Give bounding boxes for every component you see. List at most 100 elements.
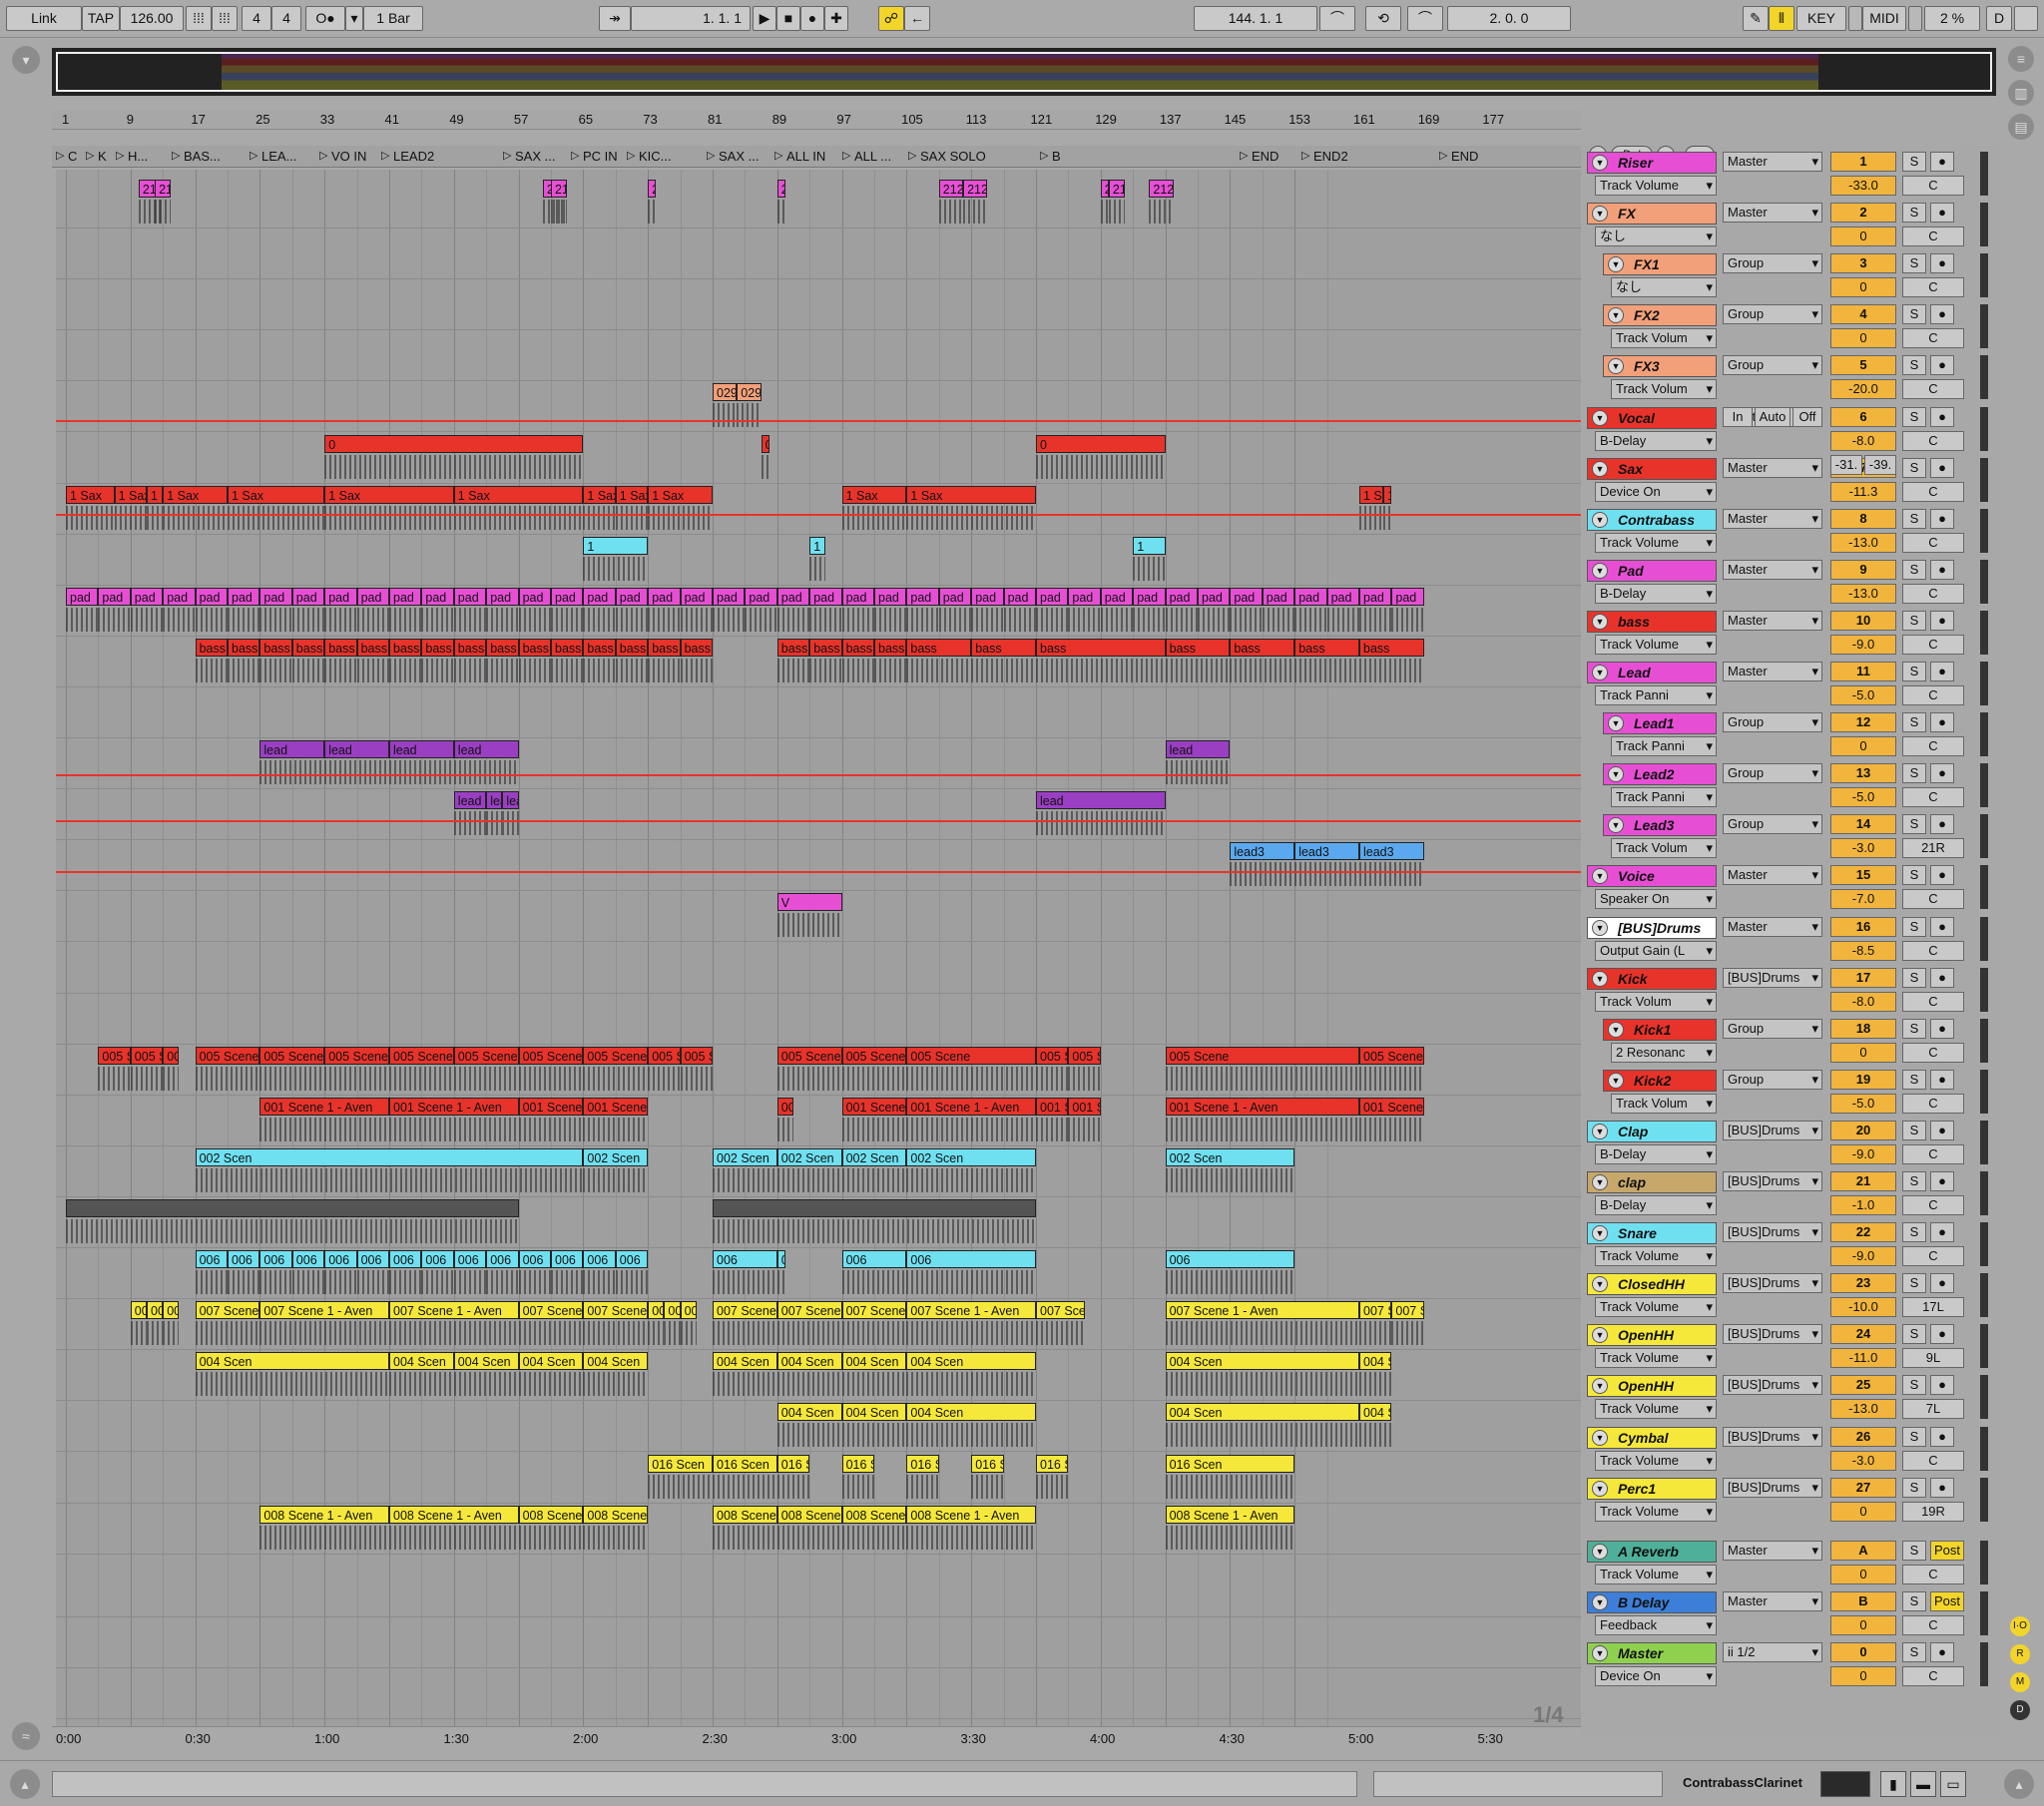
- arrangement-clip[interactable]: 005 Scene: [906, 1046, 1036, 1065]
- track-volume-field[interactable]: 0: [1830, 736, 1896, 757]
- arrangement-clip[interactable]: 002 Scen: [713, 1147, 777, 1166]
- track-fold-icon[interactable]: ▼: [1592, 1174, 1608, 1190]
- arrangement-clip[interactable]: 008 Scene 1 - Aven: [906, 1505, 1036, 1524]
- arrangement-clip[interactable]: 016 Scen: [713, 1454, 777, 1473]
- track-title-bar[interactable]: ▼ Pad: [1587, 559, 1717, 582]
- solo-button[interactable]: S: [1902, 1641, 1926, 1662]
- arrangement-clip[interactable]: 007 Scene 1 - Aven: [1359, 1301, 1392, 1320]
- arrangement-clip[interactable]: bass: [551, 638, 584, 657]
- arrangement-clip[interactable]: [713, 1199, 1036, 1217]
- solo-button[interactable]: S: [1902, 1018, 1926, 1039]
- track-pan-field[interactable]: C: [1902, 1450, 1964, 1471]
- arrangement-overview[interactable]: [52, 48, 1996, 96]
- arrangement-clip[interactable]: 016 Scen: [1036, 1454, 1069, 1473]
- detail-toggle-icon[interactable]: ▴: [2004, 1769, 2034, 1799]
- arrangement-clip[interactable]: bass: [356, 638, 389, 657]
- arrangement-clip[interactable]: 1: [1133, 536, 1166, 555]
- track-output-select[interactable]: Group: [1723, 253, 1822, 274]
- arrangement-clip[interactable]: 0: [324, 434, 584, 453]
- arrangement-clip[interactable]: 1 Sax: [453, 485, 584, 504]
- track-output-select[interactable]: Master: [1723, 1590, 1822, 1611]
- track-fold-icon[interactable]: ▼: [1592, 613, 1608, 630]
- arrangement-clip[interactable]: 005 Scene: [1068, 1046, 1101, 1065]
- solo-button[interactable]: S: [1902, 559, 1926, 580]
- track-volume-field[interactable]: -13.0: [1830, 583, 1896, 604]
- locator-marker[interactable]: ▷ H...: [116, 149, 148, 164]
- track-lane[interactable]: [56, 1617, 1581, 1668]
- track-device-select[interactable]: Device On: [1595, 481, 1717, 502]
- arrangement-clip[interactable]: 006: [1165, 1250, 1295, 1269]
- track-fold-icon[interactable]: ▼: [1592, 460, 1608, 477]
- solo-button[interactable]: S: [1902, 406, 1926, 427]
- automation-line[interactable]: [56, 773, 1581, 776]
- track-number[interactable]: 0: [1830, 1641, 1896, 1662]
- arrangement-clip[interactable]: 212_: [1100, 180, 1109, 198]
- solo-button[interactable]: S: [1902, 662, 1926, 681]
- loop-length-field[interactable]: 2. 0. 0: [1447, 6, 1571, 31]
- arrangement-clip[interactable]: 006: [615, 1250, 649, 1269]
- song-position-field[interactable]: 1. 1. 1: [631, 6, 751, 31]
- returns-toggle-icon[interactable]: R: [2010, 1644, 2030, 1664]
- arrangement-clip[interactable]: 007 Scene 1 - Aven: [776, 1301, 842, 1320]
- arm-button[interactable]: ●: [1930, 1120, 1954, 1140]
- arrangement-clip[interactable]: lead: [453, 740, 519, 759]
- track-pan-field[interactable]: C: [1902, 787, 1964, 808]
- track-lane[interactable]: [56, 330, 1581, 382]
- arrangement-clip[interactable]: 005 Scene: [195, 1046, 260, 1065]
- track-lane[interactable]: [56, 381, 1581, 433]
- arrangement-clip[interactable]: bass: [486, 638, 519, 657]
- track-number[interactable]: 26: [1830, 1426, 1896, 1447]
- track-output-select[interactable]: [BUS]Drums: [1723, 1324, 1822, 1345]
- arrangement-clip[interactable]: bass: [1230, 638, 1295, 657]
- track-title-bar[interactable]: ▼ bass: [1587, 610, 1717, 633]
- track-device-select[interactable]: Track Panni: [1611, 736, 1717, 757]
- track-output-select[interactable]: Master: [1723, 559, 1822, 580]
- arrangement-clip[interactable]: 1 Sax: [66, 485, 115, 504]
- track-pan-field[interactable]: C: [1902, 481, 1964, 502]
- arrangement-clip[interactable]: 029: [737, 383, 762, 402]
- track-lane[interactable]: [56, 994, 1581, 1045]
- track-fold-icon[interactable]: ▼: [1608, 358, 1624, 375]
- signature-numerator[interactable]: 4: [242, 6, 271, 31]
- track-title-bar[interactable]: ▼ B Delay: [1587, 1590, 1717, 1613]
- arrangement-clip[interactable]: 016 Scen: [1165, 1454, 1295, 1473]
- arrangement-clip[interactable]: 016 Scen: [841, 1454, 874, 1473]
- arrangement-clip[interactable]: bass: [453, 638, 487, 657]
- track-device-select[interactable]: Track Volume: [1595, 176, 1717, 196]
- track-title-bar[interactable]: ▼ A Reverb: [1587, 1540, 1717, 1563]
- arrangement-clip[interactable]: 004 Scen: [453, 1352, 519, 1371]
- locator-marker[interactable]: ▷ LEA...: [250, 149, 296, 164]
- arrangement-clip[interactable]: 1 Sax: [906, 485, 1036, 504]
- solo-button[interactable]: S: [1902, 1590, 1926, 1611]
- track-fold-icon[interactable]: ▼: [1592, 155, 1608, 171]
- arrangement-clip[interactable]: lead: [324, 740, 389, 759]
- arrangement-clip[interactable]: [66, 1199, 519, 1217]
- track-number[interactable]: 14: [1830, 814, 1896, 835]
- arrangement-clip[interactable]: 001 Scene 1 - Aven: [389, 1097, 519, 1116]
- track-volume-field[interactable]: -8.5: [1830, 940, 1896, 961]
- track-volume-field[interactable]: 0: [1830, 226, 1896, 247]
- track-device-select[interactable]: Track Volum: [1611, 328, 1717, 349]
- arrangement-clip[interactable]: 007 Scene 1 - Aven: [1165, 1301, 1359, 1320]
- arrangement-clip[interactable]: 005 Scene: [163, 1046, 180, 1065]
- arrangement-clip[interactable]: lead: [502, 791, 519, 810]
- arrangement-clip[interactable]: bass: [971, 638, 1036, 657]
- arrangement-clip[interactable]: 006: [195, 1250, 228, 1269]
- arrangement-clip[interactable]: pad: [809, 587, 842, 606]
- arrangement-clip[interactable]: pad: [486, 587, 519, 606]
- arrangement-clip[interactable]: 016 Scen: [776, 1454, 810, 1473]
- overview-toggle-icon[interactable]: ≡: [2008, 46, 2034, 72]
- track-output-select[interactable]: Master: [1723, 457, 1822, 478]
- follow-icon[interactable]: ↠: [599, 6, 631, 31]
- track-volume-field[interactable]: -11.0: [1830, 1348, 1896, 1369]
- track-volume-field[interactable]: -20.0: [1830, 379, 1896, 400]
- solo-button[interactable]: S: [1902, 1375, 1926, 1396]
- automation-line[interactable]: [56, 870, 1581, 873]
- track-output-select[interactable]: Group: [1723, 712, 1822, 733]
- track-number[interactable]: 2: [1830, 203, 1896, 224]
- arm-button[interactable]: ●: [1930, 253, 1954, 274]
- track-fold-icon[interactable]: ▼: [1592, 665, 1608, 680]
- track-volume-field[interactable]: -3.0: [1830, 1450, 1896, 1471]
- track-fold-icon[interactable]: ▼: [1592, 970, 1608, 987]
- arrangement-clip[interactable]: 007 Scene 1 - Aven: [518, 1301, 584, 1320]
